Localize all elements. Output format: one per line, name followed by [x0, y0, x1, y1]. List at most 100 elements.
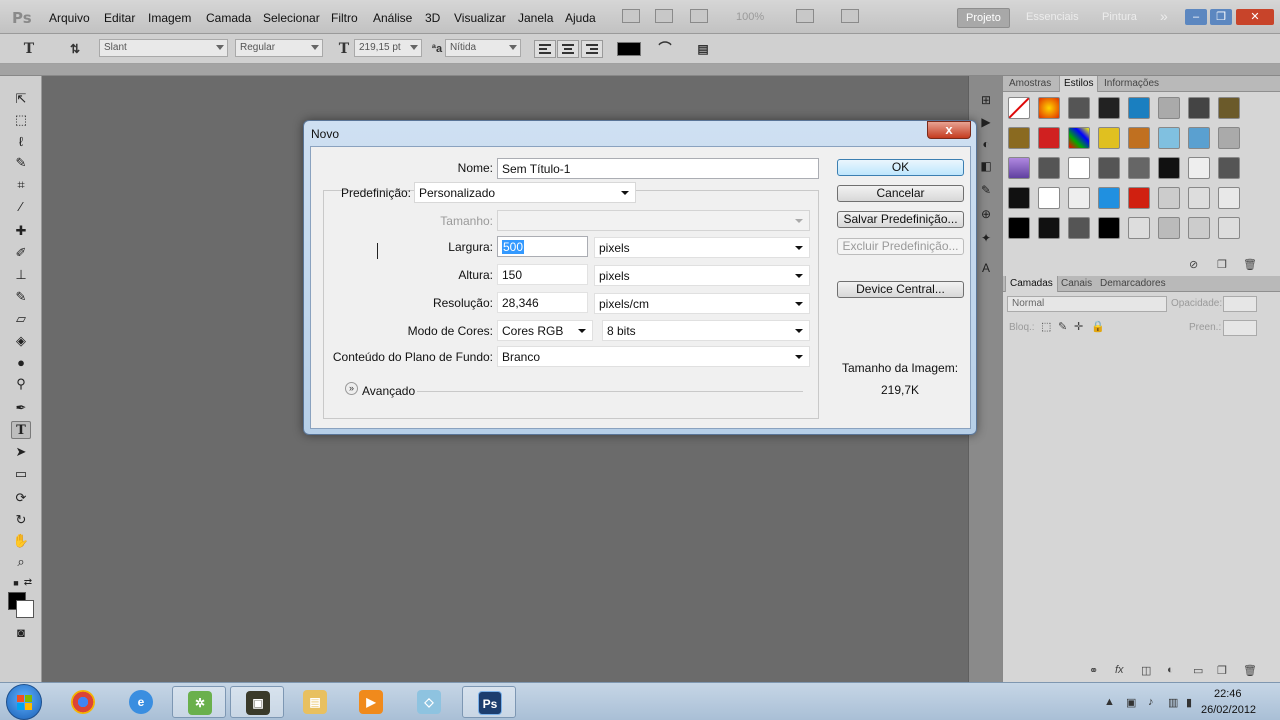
preset-select[interactable]: Personalizado	[414, 182, 636, 203]
height-unit-select[interactable]: pixels	[594, 265, 810, 286]
warp-text-icon[interactable]: ⌒	[656, 40, 674, 58]
style-preset-swatch[interactable]	[1158, 127, 1180, 149]
lock-all-icon[interactable]: 🔒	[1091, 320, 1105, 333]
opacity-field[interactable]	[1223, 296, 1257, 312]
menu-camada[interactable]: Camada	[206, 11, 251, 25]
menu-analise[interactable]: Análise	[373, 11, 412, 25]
style-preset-swatch[interactable]	[1068, 157, 1090, 179]
style-preset-swatch[interactable]	[1008, 157, 1030, 179]
style-preset-swatch[interactable]	[1068, 217, 1090, 239]
masks-panel-icon[interactable]: ◧	[977, 159, 995, 175]
style-preset-swatch[interactable]	[1068, 187, 1090, 209]
style-preset-swatch[interactable]	[1038, 187, 1060, 209]
background-contents-select[interactable]: Branco	[497, 346, 810, 367]
3d-rotate-tool-icon[interactable]: ⟳	[11, 489, 31, 507]
style-preset-swatch[interactable]	[1188, 187, 1210, 209]
style-preset-swatch[interactable]	[1218, 97, 1240, 119]
new-layer-icon[interactable]: ❐	[1217, 664, 1227, 677]
style-preset-swatch[interactable]	[1218, 157, 1240, 179]
quick-selection-tool-icon[interactable]: ✎	[11, 154, 31, 172]
tab-camadas[interactable]: Camadas	[1005, 276, 1058, 292]
screen-mode-icon[interactable]	[841, 9, 859, 23]
menu-janela[interactable]: Janela	[518, 11, 553, 25]
taskbar-app-blue[interactable]: ◇	[402, 686, 456, 718]
taskbar-ie[interactable]: e	[114, 686, 168, 718]
move-tool-icon[interactable]: ⇱	[11, 90, 31, 108]
color-mode-select[interactable]: Cores RGB	[497, 320, 593, 341]
spot-healing-tool-icon[interactable]: ✚	[11, 222, 31, 240]
pen-tool-icon[interactable]: ✒	[11, 399, 31, 417]
style-preset-swatch[interactable]	[1038, 217, 1060, 239]
menu-imagem[interactable]: Imagem	[148, 11, 191, 25]
clone-source-panel-icon[interactable]: ⊕	[977, 207, 995, 223]
tray-app-icon[interactable]: ▣	[1126, 696, 1136, 709]
style-preset-swatch[interactable]	[1158, 217, 1180, 239]
style-preset-swatch[interactable]	[1188, 217, 1210, 239]
style-preset-swatch[interactable]	[1098, 217, 1120, 239]
new-style-icon[interactable]: ❐	[1217, 258, 1227, 271]
blend-mode-select[interactable]: Normal	[1007, 296, 1167, 312]
3d-orbit-tool-icon[interactable]: ↻	[11, 511, 31, 529]
save-preset-button[interactable]: Salvar Predefinição...	[837, 211, 964, 228]
clear-style-icon[interactable]: ⊘	[1189, 258, 1198, 271]
path-selection-tool-icon[interactable]: ➤	[11, 443, 31, 461]
rectangle-tool-icon[interactable]: ▭	[11, 465, 31, 483]
taskbar-chrome[interactable]	[56, 686, 110, 718]
style-preset-swatch[interactable]	[1128, 127, 1150, 149]
style-preset-swatch[interactable]	[1068, 97, 1090, 119]
workspace-pintura[interactable]: Pintura	[1094, 8, 1145, 28]
volume-icon[interactable]: ♪	[1148, 696, 1154, 708]
delete-layer-icon[interactable]: 🗑	[1243, 664, 1257, 677]
taskbar-camera-app[interactable]: ▣	[230, 686, 284, 718]
taskbar-explorer[interactable]: ▤	[288, 686, 342, 718]
lock-position-icon[interactable]: ✛	[1074, 320, 1083, 333]
style-preset-swatch[interactable]	[1008, 217, 1030, 239]
swap-colors-icon[interactable]: ⇄	[18, 574, 38, 592]
style-preset-swatch[interactable]	[1128, 97, 1150, 119]
close-window-icon[interactable]: ✕	[1236, 9, 1274, 25]
restore-icon[interactable]: ❐	[1210, 9, 1232, 25]
menu-selecionar[interactable]: Selecionar	[263, 11, 320, 25]
menu-filtro[interactable]: Filtro	[331, 11, 358, 25]
hand-tool-icon[interactable]: ✋	[11, 532, 31, 550]
dialog-close-button[interactable]: x	[927, 121, 971, 139]
bridge-icon[interactable]	[622, 9, 640, 23]
history-brush-tool-icon[interactable]: ✎	[11, 288, 31, 306]
style-preset-swatch[interactable]	[1038, 157, 1060, 179]
advanced-expand-icon[interactable]: »	[345, 382, 358, 395]
tab-estilos[interactable]: Estilos	[1059, 76, 1099, 92]
style-preset-swatch[interactable]	[1128, 157, 1150, 179]
more-workspaces-icon[interactable]: »	[1152, 5, 1176, 25]
width-input[interactable]: 500	[497, 236, 588, 257]
tab-informacoes[interactable]: Informações	[1104, 78, 1159, 89]
fill-field[interactable]	[1223, 320, 1257, 336]
style-preset-swatch[interactable]	[1098, 127, 1120, 149]
align-left-icon[interactable]	[534, 40, 556, 58]
width-unit-select[interactable]: pixels	[594, 237, 810, 258]
taskbar-media-player[interactable]: ▶	[344, 686, 398, 718]
height-input[interactable]: 150	[497, 264, 588, 285]
style-preset-swatch[interactable]	[1008, 97, 1030, 119]
clock-date[interactable]: 26/02/2012	[1201, 704, 1256, 716]
menu-visualizar[interactable]: Visualizar	[454, 11, 506, 25]
type-tool-preset-icon[interactable]: T	[20, 40, 38, 58]
character-panel-icon[interactable]: A	[977, 261, 995, 277]
lasso-tool-icon[interactable]: ℓ	[11, 133, 31, 151]
delete-style-icon[interactable]: 🗑	[1243, 258, 1257, 271]
eraser-tool-icon[interactable]: ▱	[11, 310, 31, 328]
workspace-essenciais[interactable]: Essenciais	[1018, 8, 1087, 28]
style-preset-swatch[interactable]	[1218, 187, 1240, 209]
zoom-tool-icon[interactable]: ⌕	[11, 553, 31, 571]
style-preset-swatch[interactable]	[1038, 127, 1060, 149]
style-preset-swatch[interactable]	[1068, 127, 1090, 149]
lock-transparency-icon[interactable]: ⬚	[1041, 320, 1051, 333]
new-group-icon[interactable]: ▭	[1193, 664, 1203, 677]
clone-stamp-tool-icon[interactable]: ⊥	[11, 266, 31, 284]
style-preset-swatch[interactable]	[1218, 127, 1240, 149]
size-select[interactable]	[497, 210, 810, 231]
menu-ajuda[interactable]: Ajuda	[565, 11, 596, 25]
bit-depth-select[interactable]: 8 bits	[602, 320, 810, 341]
menu-arquivo[interactable]: Arquivo	[49, 11, 90, 25]
style-preset-swatch[interactable]	[1098, 157, 1120, 179]
device-central-button[interactable]: Device Central...	[837, 281, 964, 298]
